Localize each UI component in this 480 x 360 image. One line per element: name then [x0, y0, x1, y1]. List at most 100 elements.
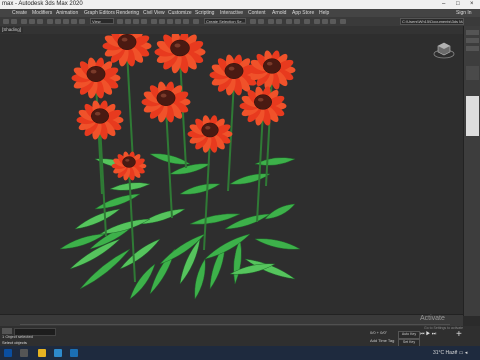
leaf	[139, 208, 186, 225]
menu-interactive[interactable]: Interactive	[220, 9, 243, 17]
mirror-icon[interactable]	[250, 19, 256, 24]
viewport[interactable]	[0, 25, 463, 314]
prompt-line: Select objects	[2, 340, 27, 345]
file-explorer-icon[interactable]	[38, 349, 46, 357]
menu-graph-editors[interactable]: Graph Editors	[84, 9, 115, 17]
percent-snap-icon[interactable]	[175, 19, 181, 24]
flower-center	[170, 39, 190, 57]
selection-set-dropdown[interactable]: Create Selection Se...	[204, 18, 246, 24]
selection-message: 1 Object selected	[2, 334, 33, 339]
go-to-start-icon[interactable]: ⏮	[420, 331, 425, 337]
leaf	[149, 153, 191, 165]
flower-center	[122, 156, 136, 168]
windows-start-icon[interactable]	[4, 349, 12, 357]
bind-space-warp-icon[interactable]	[37, 19, 43, 24]
schematic-view-icon[interactable]	[294, 19, 300, 24]
material-editor-icon[interactable]	[304, 19, 310, 24]
menu-bar: Create Modifiers Animation Graph Editors…	[0, 9, 480, 17]
scene-explorer-icon[interactable]	[268, 19, 274, 24]
flower-center-highlight	[90, 69, 97, 74]
close-button[interactable]: ×	[470, 0, 474, 9]
pivot-icon[interactable]	[151, 19, 157, 24]
create-tab-icon[interactable]	[466, 30, 479, 35]
play-icon[interactable]: ▶	[426, 331, 430, 337]
redo-icon[interactable]	[11, 19, 17, 24]
weather-widget[interactable]: 31°C Haze	[433, 346, 457, 360]
go-to-end-icon[interactable]: ⏭	[432, 331, 437, 337]
flower-center-highlight	[205, 126, 211, 130]
3ds-max-taskbar-icon[interactable]	[54, 349, 62, 357]
leaf	[264, 203, 296, 220]
undo-icon[interactable]	[3, 19, 9, 24]
select-object-icon[interactable]	[55, 19, 61, 24]
link-icon[interactable]	[21, 19, 27, 24]
menu-rendering[interactable]: Rendering	[116, 9, 139, 17]
object-type-rollout[interactable]	[466, 66, 479, 80]
viewcube-icon[interactable]	[432, 38, 456, 62]
menu-customize[interactable]: Customize	[168, 9, 192, 17]
minimize-button[interactable]: –	[442, 0, 445, 9]
curve-editor-icon[interactable]	[286, 19, 292, 24]
modify-tab-icon[interactable]	[466, 38, 479, 43]
rect-selection-icon[interactable]	[71, 19, 77, 24]
menu-create[interactable]: Create	[12, 9, 27, 17]
selection-filter-icon[interactable]	[47, 19, 53, 24]
render-production-icon[interactable]	[330, 19, 336, 24]
plus-icon[interactable]: +	[456, 330, 462, 340]
auto-key-button[interactable]: Auto Key	[398, 331, 420, 339]
viewport-label[interactable]: [Shading]	[0, 27, 24, 33]
add-time-tag-button[interactable]: Add Time Tag	[370, 338, 394, 343]
project-path-field[interactable]: C:\Users\Wh15\Documents\3ds Max 2020	[400, 18, 464, 25]
window-crossing-icon[interactable]	[79, 19, 85, 24]
flower-center-highlight	[174, 43, 181, 48]
timeline-ruler[interactable]	[20, 321, 450, 325]
menu-content[interactable]: Content	[248, 9, 266, 17]
place-icon[interactable]	[141, 19, 147, 24]
flower-model[interactable]	[0, 25, 463, 314]
move-icon[interactable]	[117, 19, 123, 24]
rotate-icon[interactable]	[125, 19, 131, 24]
menu-app-store[interactable]: App Store	[292, 9, 314, 17]
flower-center	[91, 108, 109, 124]
title-bar: max - Autodesk 3ds Max 2020 – □ ×	[0, 0, 480, 9]
layer-explorer-icon[interactable]	[276, 19, 282, 24]
scale-icon[interactable]	[133, 19, 139, 24]
leaf	[229, 173, 271, 185]
sign-in-button[interactable]: Sign In	[456, 9, 480, 17]
render-teapot-icon[interactable]	[340, 19, 346, 24]
render-setup-icon[interactable]	[314, 19, 320, 24]
rendered-frame-window-icon[interactable]	[322, 19, 328, 24]
coordinate-readout: 0/0 + 0/0"	[370, 330, 388, 335]
align-icon[interactable]	[258, 19, 264, 24]
spinner-snap-icon[interactable]	[183, 19, 189, 24]
menu-civil-view[interactable]: Civil View	[143, 9, 165, 17]
leaf	[94, 193, 141, 210]
maximize-button[interactable]: □	[456, 0, 460, 9]
reference-coordinate-dropdown[interactable]: View	[90, 18, 114, 24]
edit-named-selection-icon[interactable]	[193, 19, 199, 24]
menu-arnold[interactable]: Arnold	[272, 9, 286, 17]
menu-modifiers[interactable]: Modifiers	[32, 9, 52, 17]
unlink-icon[interactable]	[29, 19, 35, 24]
angle-snap-icon[interactable]	[167, 19, 173, 24]
select-by-name-icon[interactable]	[63, 19, 69, 24]
activation-watermark-title: Activate	[420, 315, 445, 322]
menu-animation[interactable]: Animation	[56, 9, 78, 17]
leaf	[179, 183, 221, 195]
flower-center	[117, 34, 137, 50]
flower-center-highlight	[94, 111, 101, 116]
leaf	[194, 258, 206, 300]
stem	[203, 138, 211, 251]
flower-center-highlight	[121, 37, 128, 42]
leaf	[169, 163, 211, 175]
hierarchy-tab-icon[interactable]	[466, 46, 479, 51]
snap-icon[interactable]	[159, 19, 165, 24]
system-tray[interactable]: ^ ▭ ◂	[455, 346, 467, 360]
modifier-stack[interactable]	[466, 96, 479, 136]
flower-center-highlight	[257, 97, 264, 102]
flower-center-highlight	[228, 66, 235, 71]
menu-help[interactable]: Help	[319, 9, 329, 17]
search-icon[interactable]	[20, 349, 28, 357]
photoshop-taskbar-icon[interactable]	[70, 349, 78, 357]
menu-scripting[interactable]: Scripting	[195, 9, 214, 17]
